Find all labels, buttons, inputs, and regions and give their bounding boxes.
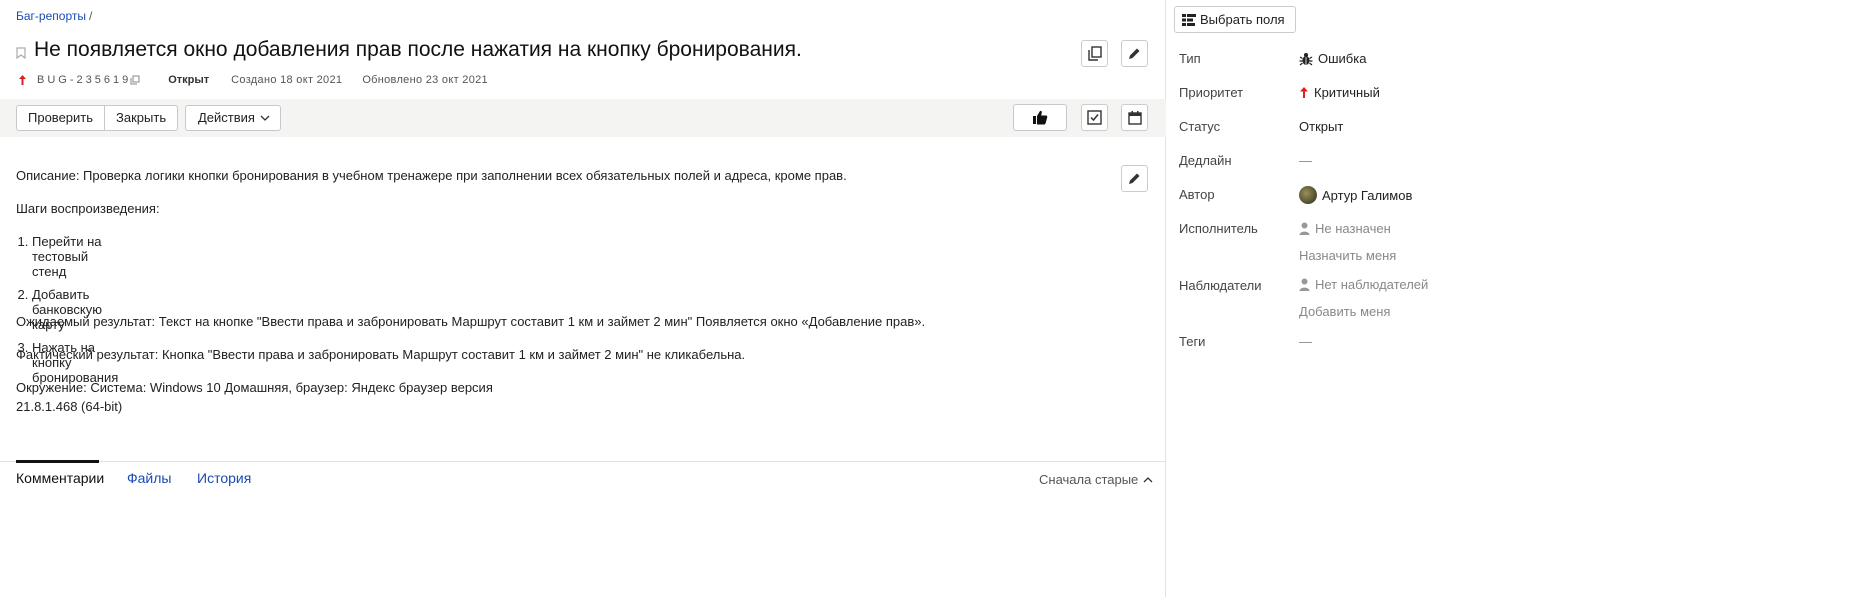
copy-icon [1087,46,1102,61]
calendar-icon [1127,111,1142,125]
person-icon [1299,222,1310,235]
transition-button-group: Проверить Закрыть [16,105,179,131]
tags-value[interactable]: — [1299,334,1312,349]
issue-key[interactable]: BUG-235619 [37,74,131,86]
tab-history[interactable]: История [197,470,251,486]
author-value[interactable]: Артур Галимов [1299,186,1412,204]
select-fields-label: Выбрать поля [1200,12,1285,27]
active-tab-indicator [16,460,99,463]
actual-result: Фактический результат: Кнопка "Ввести пр… [16,347,746,362]
actions-label: Действия [198,110,255,125]
watchers-value[interactable]: Нет наблюдателей [1299,277,1428,292]
avatar [1299,186,1317,204]
author-label: Автор [1179,187,1215,202]
author-name: Артур Галимов [1322,187,1413,203]
check-button[interactable]: Проверить [17,106,104,130]
checklist-button[interactable] [1081,104,1108,131]
calendar-button[interactable] [1121,104,1148,131]
sort-toggle[interactable]: Сначала старые [1039,472,1153,487]
deadline-value[interactable]: — [1299,153,1312,168]
status-value[interactable]: Открыт [1299,119,1343,134]
issue-meta: BUG-235619 Открыт Создано 18 окт 2021 Об… [18,74,488,86]
tags-label: Теги [1179,334,1206,349]
sort-label: Сначала старые [1039,472,1139,487]
thumbs-up-icon [1033,110,1048,125]
type-value-text: Ошибка [1318,51,1367,66]
tabs-divider [0,461,1166,462]
close-button[interactable]: Закрыть [104,106,177,130]
assignee-label: Исполнитель [1179,221,1258,236]
environment-line-2: 21.8.1.468 (64-bit) [16,399,123,414]
assignee-value-text: Не назначен [1315,221,1391,236]
updated-date: Обновлено 23 окт 2021 [362,74,488,86]
issue-sidebar: Выбрать поля Тип Ошибка Приоритет Критич… [1167,0,1869,597]
copy-key-icon[interactable] [130,75,140,85]
pencil-icon [1129,48,1140,59]
copy-button[interactable] [1081,40,1108,67]
status-badge: Открыт [168,74,210,86]
assignee-value[interactable]: Не назначен [1299,221,1391,236]
select-fields-button[interactable]: Выбрать поля [1174,6,1296,33]
assign-me-link[interactable]: Назначить меня [1299,248,1396,263]
add-me-link[interactable]: Добавить меня [1299,304,1390,319]
breadcrumb: Баг-репорты / [16,9,92,23]
breadcrumb-separator: / [88,9,93,23]
actions-dropdown[interactable]: Действия [185,105,281,131]
type-value[interactable]: Ошибка [1299,51,1366,66]
breadcrumb-link-bug-reports[interactable]: Баг-репорты [16,9,86,23]
like-button[interactable] [1013,104,1067,131]
pencil-icon [1129,173,1140,184]
list-item: Перейти на тестовый стенд [32,234,118,279]
edit-description-button[interactable] [1121,165,1148,192]
priority-value[interactable]: Критичный [1299,85,1380,100]
priority-label: Приоритет [1179,85,1244,100]
type-label: Тип [1179,51,1201,66]
deadline-label: Дедлайн [1179,153,1232,168]
bug-icon [1299,52,1313,65]
expected-result: Ожидаемый результат: Текст на кнопке "Вв… [16,314,926,329]
chevron-up-icon [1143,476,1153,482]
bookmark-icon[interactable] [16,47,26,59]
checkbox-icon [1087,110,1102,125]
environment-line-1: Окружение: Система: Windows 10 Домашняя,… [16,380,493,395]
description-text: Описание: Проверка логики кнопки брониро… [16,168,847,183]
status-label: Статус [1179,119,1221,134]
priority-arrow-icon [19,75,26,85]
created-date: Создано 18 окт 2021 [231,74,343,86]
watchers-value-text: Нет наблюдателей [1315,277,1429,292]
issue-main-panel: Баг-репорты / Не появляется окно добавлен… [0,0,1166,597]
priority-value-text: Критичный [1314,85,1380,100]
edit-title-button[interactable] [1121,40,1148,67]
priority-arrow-icon [1300,87,1308,98]
tab-files[interactable]: Файлы [127,470,171,486]
title-row: Не появляется окно добавления прав после… [16,38,802,62]
tab-comments[interactable]: Комментарии [16,470,104,486]
steps-title: Шаги воспроизведения: [16,201,160,216]
fields-icon [1182,13,1196,26]
chevron-down-icon [260,115,270,121]
issue-toolbar: Проверить Закрыть Действия [0,99,1166,137]
watchers-label: Наблюдатели [1179,278,1262,293]
steps-list: Перейти на тестовый стенд Добавить банко… [32,234,118,385]
person-icon [1299,278,1310,291]
page-title: Не появляется окно добавления прав после… [34,38,802,61]
